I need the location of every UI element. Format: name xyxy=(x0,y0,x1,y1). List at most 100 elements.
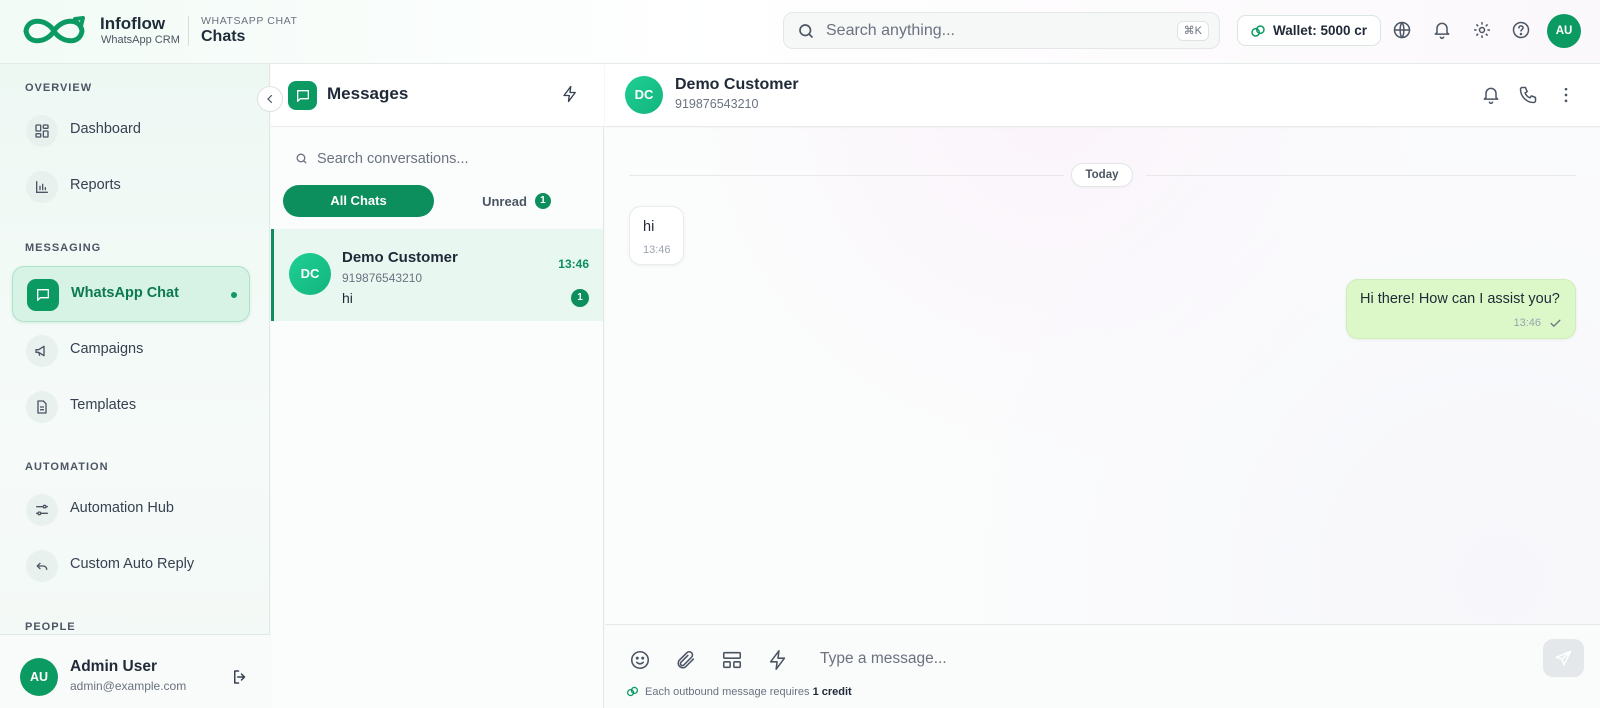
sidebar-item-label: Campaigns xyxy=(70,341,144,357)
sent-check-icon xyxy=(1549,317,1562,330)
chat-contact-phone: 919876543210 xyxy=(675,97,759,111)
lightning-icon[interactable] xyxy=(767,649,789,671)
sidebar: OVERVIEW Dashboard Reports MESSAGING Wha… xyxy=(0,64,270,708)
sidebar-item-campaigns[interactable]: Campaigns xyxy=(12,323,250,379)
profile-avatar[interactable]: AU xyxy=(1547,14,1581,48)
contact-name: Demo Customer xyxy=(342,249,458,266)
contact-avatar[interactable]: DC xyxy=(625,76,663,114)
brand-subtitle: WhatsApp CRM xyxy=(101,34,180,46)
sidebar-item-label: Custom Auto Reply xyxy=(70,556,195,572)
brand-name: Infoflow xyxy=(100,14,166,33)
global-search-input[interactable] xyxy=(826,20,1156,42)
tab-unread-label: Unread xyxy=(482,193,527,209)
section-label-overview: OVERVIEW xyxy=(25,82,93,94)
message-input[interactable] xyxy=(820,647,1500,671)
user-name: Admin User xyxy=(70,658,157,675)
tab-all-chats[interactable]: All Chats xyxy=(283,185,434,217)
message-time: 13:46 xyxy=(643,244,671,256)
logout-icon[interactable] xyxy=(231,668,249,686)
current-user-card: AU Admin User admin@example.com xyxy=(0,634,270,708)
tab-unread[interactable]: Unread 1 xyxy=(441,185,592,217)
search-icon xyxy=(797,22,815,40)
quick-actions-lightning-icon[interactable] xyxy=(561,85,579,103)
conversation-search[interactable] xyxy=(295,148,585,170)
coins-icon xyxy=(626,685,639,698)
incoming-message: hi 13:46 xyxy=(629,206,684,265)
global-search[interactable]: ⌘K xyxy=(783,12,1220,49)
section-label-automation: AUTOMATION xyxy=(25,461,109,473)
credit-note-text: Each outbound message requires 1 credit xyxy=(645,686,852,698)
sidebar-item-label: Dashboard xyxy=(70,121,141,137)
emoji-icon[interactable] xyxy=(629,649,651,671)
sidebar-item-dashboard[interactable]: Dashboard xyxy=(12,103,250,159)
chat-header: DC Demo Customer 919876543210 xyxy=(605,64,1600,127)
sidebar-item-templates[interactable]: Templates xyxy=(12,379,250,435)
bell-icon[interactable] xyxy=(1481,85,1501,105)
sidebar-item-automation-hub[interactable]: Automation Hub xyxy=(12,482,250,538)
sidebar-item-whatsapp-chat[interactable]: WhatsApp Chat xyxy=(12,266,250,322)
paperclip-icon[interactable] xyxy=(675,649,697,671)
bar-chart-icon xyxy=(26,171,58,203)
sidebar-item-custom-auto-reply[interactable]: Custom Auto Reply xyxy=(12,538,250,594)
infinity-logo-icon[interactable] xyxy=(20,14,88,48)
document-icon xyxy=(26,391,58,423)
conversation-list-panel: Messages All Chats Unread 1 DC Demo Cust… xyxy=(271,64,604,708)
date-divider-line xyxy=(629,175,1064,176)
globe-icon[interactable] xyxy=(1392,20,1414,42)
sidebar-item-label: WhatsApp Chat xyxy=(71,285,179,301)
sidebar-item-label: Automation Hub xyxy=(70,500,174,516)
wallet-label: Wallet: 5000 cr xyxy=(1273,23,1368,38)
outgoing-message: Hi there! How can I assist you? 13:46 xyxy=(1346,279,1576,339)
message-text: Hi there! How can I assist you? xyxy=(1360,291,1560,307)
contact-phone: 919876543210 xyxy=(342,271,423,285)
bell-icon[interactable] xyxy=(1432,20,1454,42)
more-vertical-icon[interactable] xyxy=(1556,85,1576,105)
message-text: hi xyxy=(643,219,655,235)
last-message-time: 13:46 xyxy=(558,257,589,271)
search-icon xyxy=(295,152,308,165)
breadcrumb-section: WHATSAPP CHAT xyxy=(201,15,298,27)
message-time: 13:46 xyxy=(1513,317,1541,329)
active-indicator-dot xyxy=(231,292,237,298)
chat-contact-name: Demo Customer xyxy=(675,76,799,93)
messages-icon xyxy=(288,81,317,110)
template-layout-icon[interactable] xyxy=(721,649,743,671)
section-label-messaging: MESSAGING xyxy=(25,242,102,254)
search-shortcut-hint: ⌘K xyxy=(1176,21,1209,41)
message-composer: Each outbound message requires 1 credit xyxy=(605,624,1600,708)
last-message-preview: hi xyxy=(342,290,353,306)
sliders-icon xyxy=(26,494,58,526)
top-bar: Infoflow WhatsApp CRM WHATSAPP CHAT Chat… xyxy=(0,0,1600,64)
conversation-list-title: Messages xyxy=(327,84,409,103)
conversation-list-header: Messages xyxy=(271,64,604,127)
unread-count-badge: 1 xyxy=(534,193,551,209)
help-icon[interactable] xyxy=(1511,20,1533,42)
chat-panel: DC Demo Customer 919876543210 Today hi 1… xyxy=(605,64,1600,708)
credit-note: Each outbound message requires 1 credit xyxy=(626,685,852,698)
sidebar-item-label: Templates xyxy=(70,397,137,413)
gear-icon[interactable] xyxy=(1472,20,1494,42)
brand-divider xyxy=(188,16,189,46)
send-button[interactable] xyxy=(1543,639,1584,677)
chevron-left-icon xyxy=(264,93,276,105)
unread-badge: 1 xyxy=(571,289,589,307)
page-title: Chats xyxy=(201,28,246,45)
sidebar-item-label: Reports xyxy=(70,177,121,193)
date-divider-line xyxy=(1146,175,1576,176)
wallet-coins-icon xyxy=(1250,23,1266,39)
reply-arrow-icon xyxy=(26,550,58,582)
credit-note-prefix: Each outbound message requires xyxy=(645,685,810,698)
date-divider: Today xyxy=(1071,163,1133,187)
dashboard-grid-icon xyxy=(26,115,58,147)
send-icon xyxy=(1554,649,1573,668)
section-label-people: PEOPLE xyxy=(25,621,76,633)
conversation-item[interactable]: DC Demo Customer 919876543210 hi 13:46 1 xyxy=(271,229,603,321)
chat-bubble-icon xyxy=(27,279,59,311)
contact-avatar: DC xyxy=(289,253,331,295)
user-avatar[interactable]: AU xyxy=(20,658,58,696)
collapse-sidebar-button[interactable] xyxy=(257,86,283,112)
wallet-button[interactable]: Wallet: 5000 cr xyxy=(1237,15,1381,46)
conversation-search-input[interactable] xyxy=(317,148,577,170)
phone-icon[interactable] xyxy=(1518,85,1538,105)
sidebar-item-reports[interactable]: Reports xyxy=(12,159,250,215)
